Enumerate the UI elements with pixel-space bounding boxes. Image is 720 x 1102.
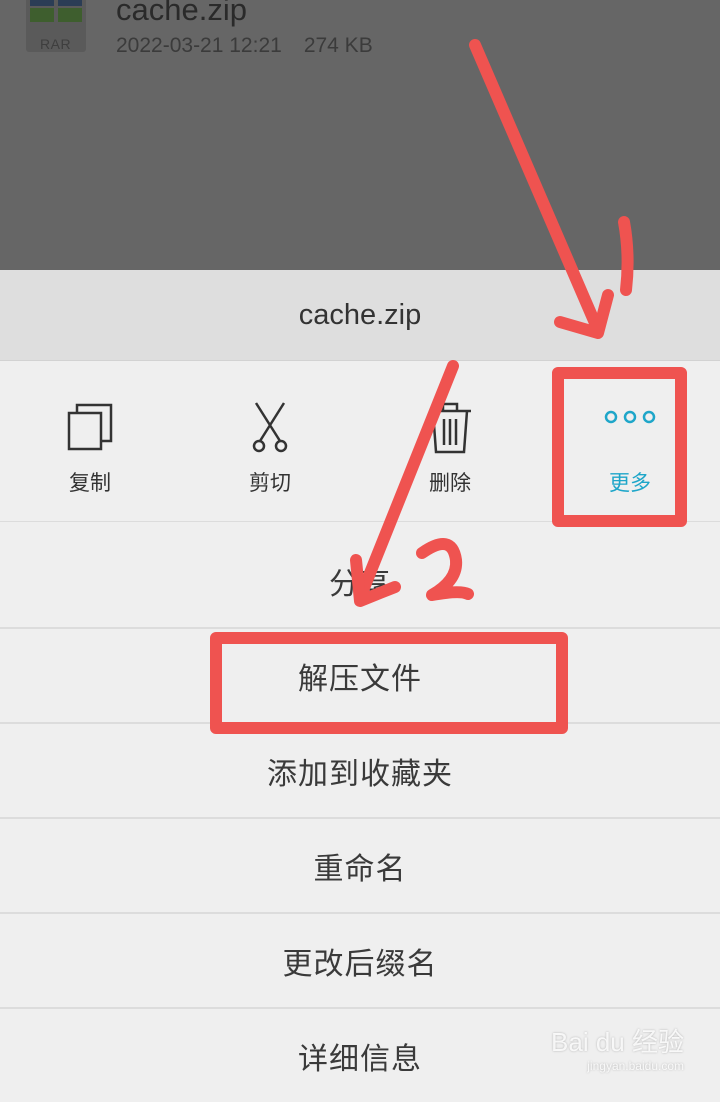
more-label: 更多: [609, 471, 651, 495]
watermark-main: Bai du 经验: [551, 1027, 684, 1057]
file-size: 274 KB: [303, 34, 373, 57]
rar-icon-label: RAR: [40, 36, 72, 52]
menu-item-extract[interactable]: 解压文件: [0, 629, 720, 724]
menu-item-rename[interactable]: 重命名: [0, 819, 720, 914]
more-button[interactable]: 更多: [540, 361, 720, 521]
sheet-title: cache.zip: [0, 270, 720, 361]
baidu-watermark: Bai du 经验 jingyan.baidu.com: [551, 1022, 684, 1073]
more-icon: [604, 410, 656, 424]
cut-button[interactable]: 剪切: [180, 361, 360, 521]
delete-label: 删除: [429, 471, 471, 495]
file-meta: 2022-03-21 12:21 274 KB: [116, 34, 373, 58]
menu-item-share[interactable]: 分享: [0, 534, 720, 629]
file-action-sheet: cache.zip 复制 剪切 删除 更多 分享 解压文件 添加到收藏夹 重命名…: [0, 270, 720, 1102]
file-date: 2022-03-21 12:21: [116, 34, 282, 57]
quick-action-row: 复制 剪切 删除 更多: [0, 361, 720, 522]
menu-item-add-favorite[interactable]: 添加到收藏夹: [0, 724, 720, 819]
trash-icon: [429, 402, 471, 454]
file-name: cache.zip: [116, 0, 247, 27]
file-list-item: RAR cache.zip 2022-03-21 12:21 274 KB: [0, 0, 720, 78]
menu-item-change-extension[interactable]: 更改后缀名: [0, 914, 720, 1009]
copy-label: 复制: [69, 471, 111, 495]
copy-button[interactable]: 复制: [0, 361, 180, 521]
scissors-icon: [252, 402, 288, 453]
dimmed-backdrop[interactable]: RAR cache.zip 2022-03-21 12:21 274 KB: [0, 0, 720, 270]
copy-icon: [67, 403, 113, 451]
delete-button[interactable]: 删除: [360, 361, 540, 521]
cut-label: 剪切: [249, 471, 291, 495]
watermark-sub: jingyan.baidu.com: [587, 1059, 684, 1073]
more-menu-list: 分享 解压文件 添加到收藏夹 重命名 更改后缀名 详细信息: [0, 534, 720, 1102]
